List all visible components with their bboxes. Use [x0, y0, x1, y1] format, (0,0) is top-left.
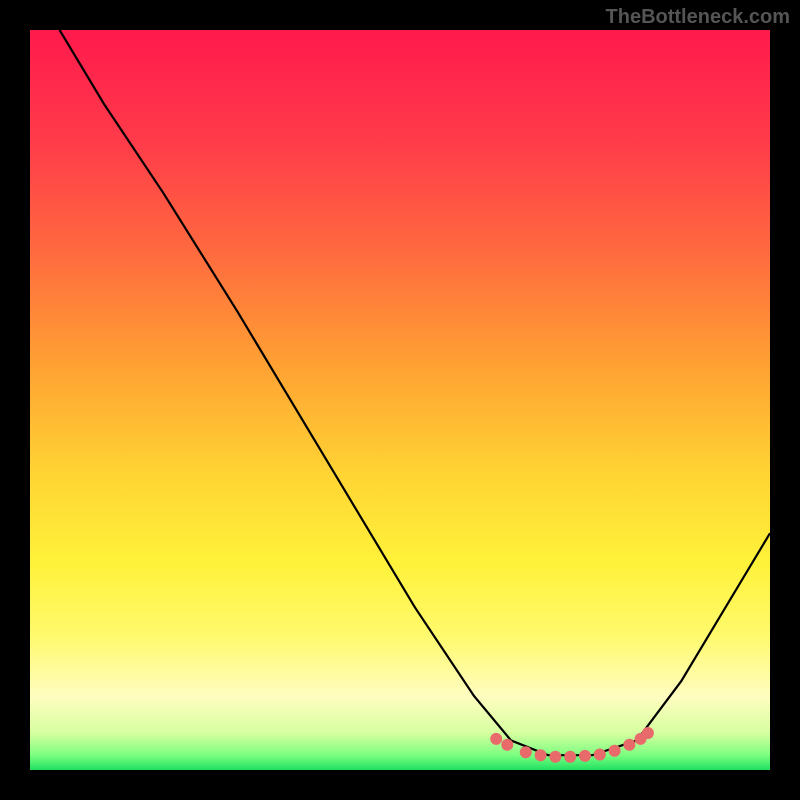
chart-marker: [501, 739, 513, 751]
chart-marker: [535, 749, 547, 761]
chart-marker: [642, 727, 654, 739]
chart-marker: [564, 751, 576, 763]
chart-svg: [30, 30, 770, 770]
chart-marker: [623, 739, 635, 751]
chart-marker: [549, 751, 561, 763]
chart-marker: [520, 746, 532, 758]
chart-marker: [490, 733, 502, 745]
chart-marker: [609, 745, 621, 757]
chart-marker: [579, 750, 591, 762]
chart-background: [30, 30, 770, 770]
watermark-text: TheBottleneck.com: [606, 6, 790, 29]
chart-marker: [594, 749, 606, 761]
chart-plot-area: [30, 30, 770, 770]
